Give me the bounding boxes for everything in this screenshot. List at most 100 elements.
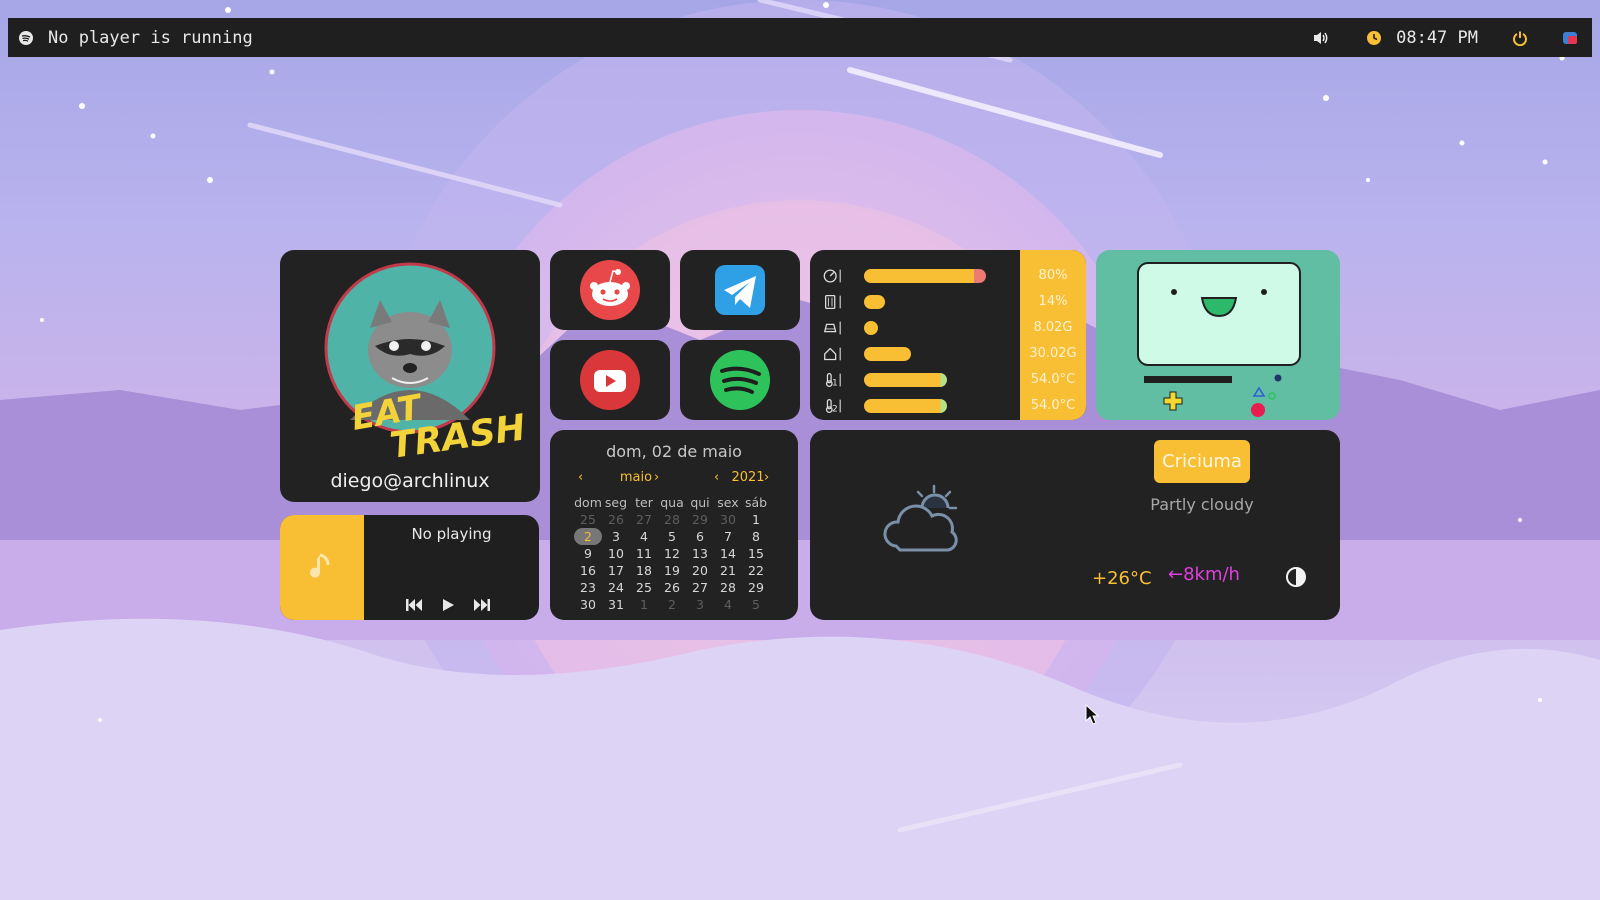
spotify-icon[interactable] bbox=[18, 30, 34, 46]
calendar-week: 23 24 25 26 27 28 29 bbox=[574, 579, 770, 596]
profile-card: EAT TRASH diego@archlinux bbox=[280, 250, 540, 502]
temp1-icon: 1 bbox=[825, 373, 841, 388]
weather-temperature: +26°C bbox=[1092, 568, 1152, 589]
calendar-day[interactable]: 25 bbox=[574, 511, 602, 528]
stat-bar-fill bbox=[864, 373, 948, 387]
stat-value: 54.0°C bbox=[1030, 398, 1076, 413]
weekday-row: dom seg ter qua qui sex sáb bbox=[574, 494, 770, 511]
stat-bar bbox=[864, 399, 990, 413]
calendar-day[interactable]: 5 bbox=[658, 528, 686, 545]
stat-bar-fill bbox=[864, 269, 987, 283]
calendar-day[interactable]: 7 bbox=[714, 528, 742, 545]
spotify-launcher[interactable] bbox=[680, 340, 800, 420]
calendar-day[interactable]: 31 bbox=[602, 596, 630, 613]
calendar-week: 25 26 27 28 29 30 1 bbox=[574, 511, 770, 528]
mouse-cursor-icon bbox=[1085, 704, 1099, 725]
temp2-icon: 2 bbox=[825, 399, 841, 414]
calendar-day[interactable]: 6 bbox=[686, 528, 714, 545]
calendar-day[interactable]: 28 bbox=[714, 579, 742, 596]
calendar-day[interactable]: 22 bbox=[742, 562, 770, 579]
calendar-day[interactable]: 23 bbox=[574, 579, 602, 596]
weather-wind: ←8km/h bbox=[1168, 564, 1240, 585]
stat-value: 14% bbox=[1038, 294, 1068, 309]
next-icon[interactable] bbox=[472, 595, 492, 615]
calendar-day[interactable]: 10 bbox=[602, 545, 630, 562]
weather-widget: Criciuma Partly cloudy +26°C ←8km/h bbox=[810, 430, 1340, 620]
calendar-day[interactable]: 27 bbox=[630, 511, 658, 528]
calendar-date-header: dom, 02 de maio bbox=[606, 442, 742, 461]
youtube-launcher[interactable] bbox=[550, 340, 670, 420]
calendar-day[interactable]: 15 bbox=[742, 545, 770, 562]
reddit-launcher[interactable] bbox=[550, 250, 670, 330]
calendar-day[interactable]: 28 bbox=[658, 511, 686, 528]
stat-bar bbox=[864, 373, 990, 387]
calendar-day[interactable]: 16 bbox=[574, 562, 602, 579]
avatar: EAT TRASH bbox=[324, 262, 528, 467]
calendar-day[interactable]: 13 bbox=[686, 545, 714, 562]
calendar-day[interactable]: 29 bbox=[742, 579, 770, 596]
calendar-day[interactable]: 19 bbox=[658, 562, 686, 579]
spotify-app-icon bbox=[710, 350, 770, 410]
clock-time: 08:47 PM bbox=[1396, 27, 1478, 48]
calendar-day[interactable]: 29 bbox=[686, 511, 714, 528]
next-year-icon[interactable]: › bbox=[764, 470, 769, 485]
next-month-icon[interactable]: › bbox=[654, 470, 659, 485]
svg-text:1: 1 bbox=[832, 378, 838, 388]
previous-icon[interactable] bbox=[404, 595, 424, 615]
calendar-days: 25 26 27 28 29 30 1 2 3 4 5 6 7 8 9 10 11 12 13 14 15 16 17 18 1… bbox=[574, 511, 770, 613]
calendar-day[interactable]: 27 bbox=[686, 579, 714, 596]
music-note-icon bbox=[310, 553, 330, 578]
calendar-day[interactable]: 20 bbox=[686, 562, 714, 579]
bmo-illustration bbox=[1137, 262, 1301, 417]
weekday-label: sex bbox=[717, 495, 739, 510]
power-icon[interactable] bbox=[1512, 30, 1528, 46]
calendar-day[interactable]: 2 bbox=[658, 596, 686, 613]
top-bar: No player is running 08:47 PM bbox=[8, 18, 1592, 57]
calendar-grid: dom seg ter qua qui sex sáb 25 26 27 28 29 30 1 2 3 4 5 6… bbox=[574, 494, 770, 613]
stat-bar bbox=[864, 295, 990, 309]
calendar-day[interactable]: 17 bbox=[602, 562, 630, 579]
calendar-day[interactable]: 26 bbox=[658, 579, 686, 596]
weekday-label: seg bbox=[604, 495, 628, 510]
calendar-day[interactable]: 3 bbox=[602, 528, 630, 545]
calendar-day[interactable]: 18 bbox=[630, 562, 658, 579]
weekday-label: dom bbox=[574, 495, 602, 510]
calendar-day[interactable]: 8 bbox=[742, 528, 770, 545]
prev-year-icon[interactable]: ‹ bbox=[714, 470, 719, 485]
calendar-day[interactable]: 1 bbox=[742, 511, 770, 528]
stat-row: 2 54.0°C bbox=[810, 394, 1086, 420]
calendar-day[interactable]: 4 bbox=[714, 596, 742, 613]
calendar-day[interactable]: 30 bbox=[714, 511, 742, 528]
calendar-day[interactable]: 25 bbox=[630, 579, 658, 596]
calendar-day[interactable]: 5 bbox=[742, 596, 770, 613]
stat-bar-fill bbox=[864, 321, 878, 335]
reddit-icon bbox=[580, 260, 640, 320]
calendar-day[interactable]: 2 bbox=[574, 528, 602, 545]
stat-row: 14% bbox=[810, 290, 1086, 316]
calendar-day[interactable]: 14 bbox=[714, 545, 742, 562]
calendar-day[interactable]: 1 bbox=[630, 596, 658, 613]
calendar-day[interactable]: 26 bbox=[602, 511, 630, 528]
stat-bar bbox=[864, 321, 990, 335]
calendar: dom, 02 de maio ‹ maio › ‹ 2021 › dom seg… bbox=[550, 430, 798, 620]
calendar-day[interactable]: 4 bbox=[630, 528, 658, 545]
calendar-day[interactable]: 3 bbox=[686, 596, 714, 613]
notification-icon[interactable] bbox=[1562, 30, 1578, 46]
contrast-icon[interactable] bbox=[1285, 566, 1307, 588]
bmo-widget bbox=[1096, 250, 1340, 420]
calendar-day[interactable]: 24 bbox=[602, 579, 630, 596]
weather-condition: Partly cloudy bbox=[1150, 495, 1254, 514]
calendar-week: 16 17 18 19 20 21 22 bbox=[574, 562, 770, 579]
calendar-day[interactable]: 21 bbox=[714, 562, 742, 579]
volume-icon[interactable] bbox=[1312, 30, 1330, 46]
prev-month-icon[interactable]: ‹ bbox=[578, 470, 583, 485]
play-icon[interactable] bbox=[438, 595, 458, 615]
calendar-day[interactable]: 9 bbox=[574, 545, 602, 562]
calendar-day[interactable]: 11 bbox=[630, 545, 658, 562]
system-stats: 80% 14% 8.02G 30.02G 1 54.0°C 2 54.0°C bbox=[810, 250, 1086, 420]
calendar-day[interactable]: 12 bbox=[658, 545, 686, 562]
calendar-day[interactable]: 30 bbox=[574, 596, 602, 613]
stat-value: 8.02G bbox=[1033, 320, 1073, 335]
telegram-launcher[interactable] bbox=[680, 250, 800, 330]
stat-bar-fill bbox=[864, 399, 948, 413]
